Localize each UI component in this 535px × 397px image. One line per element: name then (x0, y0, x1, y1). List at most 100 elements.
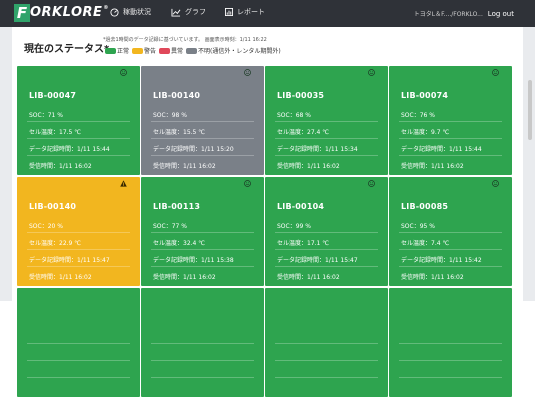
page-title: 現在のステータス* (24, 44, 110, 55)
soc-value-label: SOC： (153, 223, 172, 230)
received-time-value-row: 受信時間：1/11 16:02 (401, 272, 464, 281)
battery-status-card[interactable]: LIB-00113 SOC：77 % セル温度：32.4 ℃ データ記録時間：1/11… (141, 177, 264, 286)
soc-value-label: SOC： (29, 223, 48, 230)
soc-value-row: SOC：20 % (29, 221, 63, 230)
received-time-value-row: 受信時間：1/11 16:02 (277, 272, 340, 281)
cell-temperature-value-row: セル温度：22.9 ℃ (29, 238, 81, 247)
recorded-time-value: 1/11 15:20 (201, 146, 234, 153)
received-time-value-row: 受信時間：1/11 16:02 (29, 272, 92, 281)
card-divider (399, 232, 502, 233)
card-divider (275, 266, 378, 267)
cell-temperature-value: 7.4 ℃ (431, 240, 450, 247)
card-divider (151, 121, 254, 122)
received-time-value-label: 受信時間： (153, 274, 184, 281)
cell-temperature-value-label: セル温度： (153, 240, 184, 247)
nav-link-report[interactable]: レポート (225, 7, 265, 17)
legend-swatch-warning (132, 47, 144, 54)
smiley-icon (368, 69, 375, 76)
cell-temperature-value: 27.4 ℃ (307, 129, 330, 136)
recorded-time-value-row: データ記録時間：1/11 15:38 (153, 255, 234, 264)
card-divider (399, 249, 502, 250)
received-time-value-label: 受信時間： (29, 274, 60, 281)
cell-temperature-value-row: セル温度：17.1 ℃ (277, 238, 329, 247)
cell-temperature-value-row: セル温度：15.5 ℃ (153, 127, 205, 136)
user-name: トヨタL＆F..../FORKLO... (413, 11, 483, 18)
received-time-value: 1/11 16:02 (431, 163, 464, 170)
recorded-time-value-label: データ記録時間： (29, 146, 78, 153)
battery-id: LIB-00140 (29, 202, 77, 211)
received-time-value: 1/11 16:02 (59, 274, 92, 281)
battery-status-card[interactable]: LIB-00047 SOC：71 % セル温度：17.5 ℃ データ記録時間：1/11… (17, 66, 140, 175)
cell-temperature-value: 17.5 ℃ (59, 129, 82, 136)
line-chart-icon (171, 8, 181, 17)
card-divider (399, 155, 502, 156)
legend-label-warning: 警告 (144, 48, 157, 55)
battery-status-card[interactable] (265, 288, 388, 397)
card-divider (399, 121, 502, 122)
gauge-icon (110, 7, 119, 17)
battery-status-card[interactable] (389, 288, 512, 397)
cell-temperature-value-label: セル温度： (277, 129, 308, 136)
cell-temperature-value-label: セル温度： (153, 129, 184, 136)
status-legend: 正常 警告 異常 不明(通信外・レンタル期間外) (105, 46, 284, 55)
scrollbar-thumb[interactable] (528, 80, 532, 140)
card-divider (27, 155, 130, 156)
soc-value-row: SOC：76 % (401, 110, 435, 119)
nav-link-status[interactable]: 稼動状況 (110, 7, 151, 17)
soc-value: 76 % (419, 112, 435, 119)
battery-status-card[interactable] (17, 288, 140, 397)
card-divider (151, 249, 254, 250)
cell-temperature-value-row: セル温度：17.5 ℃ (29, 127, 81, 136)
brand-initial: F (14, 3, 30, 22)
legend-label-unknown: 不明(通信外・レンタル期間外) (198, 48, 281, 55)
smiley-icon (492, 69, 499, 76)
cell-temperature-value: 9.7 ℃ (431, 129, 450, 136)
logout-link[interactable]: Log out (488, 10, 514, 18)
card-divider (399, 360, 502, 361)
battery-status-card[interactable]: LIB-00140 SOC：98 % セル温度：15.5 ℃ データ記録時間：1/11… (141, 66, 264, 175)
battery-status-card[interactable]: LIB-00140 SOC：20 % セル温度：22.9 ℃ データ記録時間：1/11… (17, 177, 140, 286)
soc-value-label: SOC： (153, 112, 172, 119)
legend-swatch-normal (105, 47, 116, 54)
recorded-time-value-row: データ記録時間：1/11 15:44 (29, 144, 110, 153)
received-time-value-row: 受信時間：1/11 16:02 (401, 161, 464, 170)
soc-value: 71 % (47, 112, 63, 119)
recorded-time-value-row: データ記録時間：1/11 15:34 (277, 144, 358, 153)
soc-value: 68 % (295, 112, 311, 119)
cell-temperature-value-row: セル温度：27.4 ℃ (277, 127, 329, 136)
battery-status-card[interactable]: LIB-00035 SOC：68 % セル温度：27.4 ℃ データ記録時間：1/11… (265, 66, 388, 175)
top-navbar: F ORKLORE® 稼動状況 グラフ レポート トヨタL＆F..../FORK… (0, 0, 535, 27)
received-time-value: 1/11 16:02 (183, 274, 216, 281)
received-time-value-label: 受信時間： (401, 163, 432, 170)
received-time-value: 1/11 16:02 (59, 163, 92, 170)
cell-temperature-value: 15.5 ℃ (183, 129, 206, 136)
soc-value: 20 % (47, 223, 63, 230)
nav-link-graph[interactable]: グラフ (171, 7, 206, 17)
battery-status-card[interactable] (141, 288, 264, 397)
smiley-icon (120, 69, 127, 76)
card-divider (399, 138, 502, 139)
battery-status-card[interactable]: LIB-00104 SOC：99 % セル温度：17.1 ℃ データ記録時間：1/11… (265, 177, 388, 286)
soc-value-label: SOC： (401, 223, 420, 230)
received-time-value-row: 受信時間：1/11 16:02 (277, 161, 340, 170)
received-time-value: 1/11 16:02 (307, 163, 340, 170)
recorded-time-value: 1/11 15:44 (449, 146, 482, 153)
battery-status-card[interactable]: LIB-00074 SOC：76 % セル温度：9.7 ℃ データ記録時間：1/11 … (389, 66, 512, 175)
cell-temperature-value-label: セル温度： (277, 240, 308, 247)
received-time-value-row: 受信時間：1/11 16:02 (29, 161, 92, 170)
cell-temperature-value-row: セル温度：7.4 ℃ (401, 238, 449, 247)
brand-logo[interactable]: F ORKLORE® (14, 3, 109, 22)
card-divider (275, 121, 378, 122)
recorded-time-value-row: データ記録時間：1/11 15:20 (153, 144, 234, 153)
soc-value-row: SOC：77 % (153, 221, 187, 230)
battery-status-card[interactable]: LIB-00085 SOC：95 % セル温度：7.4 ℃ データ記録時間：1/11 … (389, 177, 512, 286)
recorded-time-value-label: データ記録時間： (401, 146, 450, 153)
page-note: *過去1時間のデータ記録に基づいています。 画面表示時刻：1/11 16:22 (103, 37, 267, 43)
cell-temperature-value-label: セル温度： (29, 240, 60, 247)
card-divider (399, 377, 502, 378)
nav-link-status-label: 稼動状況 (123, 8, 151, 16)
received-time-value: 1/11 16:02 (431, 274, 464, 281)
recorded-time-value: 1/11 15:44 (77, 146, 110, 153)
battery-id: LIB-00047 (29, 91, 77, 100)
smiley-icon (244, 69, 251, 76)
